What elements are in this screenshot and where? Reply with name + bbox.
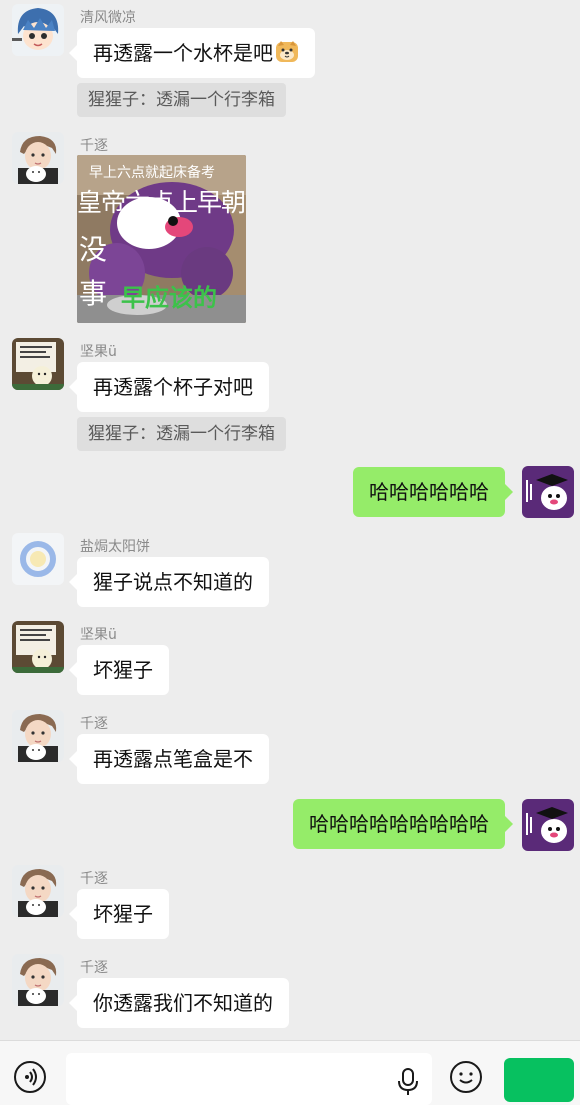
message-text: 哈哈哈哈哈哈 <box>369 480 489 504</box>
message-text: 再透露个杯子对吧 <box>93 375 253 399</box>
sender-name: 坚果ü <box>80 344 117 360</box>
message-text: 坏猩子 <box>93 902 153 926</box>
microphone-icon[interactable] <box>397 1067 419 1101</box>
sender-name: 千逐 <box>80 716 108 732</box>
sticker-image[interactable]: 早上六点就起床备考 皇帝六点上早朝 没 事 早应该的 <box>77 155 246 323</box>
sender-name: 坚果ü <box>80 627 117 643</box>
input-bar <box>0 1040 580 1105</box>
message-bubble[interactable]: 哈哈哈哈哈哈 <box>353 467 513 517</box>
emoji-icon <box>459 1072 473 1084</box>
quoted-message[interactable]: 猩猩子：透漏一个行李箱 <box>77 83 286 117</box>
quoted-message[interactable]: 猩猩子：透漏一个行李箱 <box>77 417 286 451</box>
chat-area[interactable]: 清风微凉 再透露一个水杯是吧 猩猩子：透漏一个行李箱 千逐 早上六点就起床备考 … <box>0 0 580 1040</box>
voice-mode-button[interactable] <box>14 1061 46 1093</box>
avatar-anime-boy[interactable] <box>12 4 64 56</box>
sticker-caption: 皇帝六点上早朝 <box>77 188 246 217</box>
send-button[interactable] <box>504 1058 574 1102</box>
avatar-self[interactable] <box>522 799 574 851</box>
sender-name: 千逐 <box>80 138 108 154</box>
message-text: 哈哈哈哈哈哈哈哈哈 <box>309 812 489 836</box>
message-bubble[interactable]: 猩子说点不知道的 <box>69 557 269 607</box>
message-bubble[interactable]: 你透露我们不知道的 <box>69 978 289 1028</box>
message-bubble[interactable]: 再透露点笔盒是不 <box>69 734 269 784</box>
avatar-boy-cat[interactable] <box>12 710 64 762</box>
sticker-caption: 事 <box>79 277 108 310</box>
message-text: 再透露一个水杯是吧 <box>93 41 273 65</box>
sticker-caption: 早上六点就起床备考 <box>89 165 215 181</box>
sender-name: 千逐 <box>80 960 108 976</box>
message-text: 再透露点笔盒是不 <box>93 747 253 771</box>
message-text: 你透露我们不知道的 <box>93 991 273 1015</box>
avatar-boy-cat[interactable] <box>12 954 64 1006</box>
avatar-blurred[interactable] <box>12 533 64 585</box>
message-text: 猩子说点不知道的 <box>93 570 253 594</box>
avatar-cartoon[interactable] <box>12 621 64 673</box>
sticker-caption: 早应该的 <box>121 284 217 312</box>
sender-name: 盐焗太阳饼 <box>80 539 150 555</box>
message-input[interactable] <box>66 1053 432 1105</box>
message-text: 坏猩子 <box>93 658 153 682</box>
message-bubble[interactable]: 坏猩子 <box>69 889 169 939</box>
doge-emoji-icon <box>275 32 299 62</box>
sender-name: 清风微凉 <box>80 10 136 26</box>
sender-name: 千逐 <box>80 871 108 887</box>
message-bubble[interactable]: 哈哈哈哈哈哈哈哈哈 <box>293 799 513 849</box>
avatar-boy-cat[interactable] <box>12 865 64 917</box>
avatar-self[interactable] <box>522 466 574 518</box>
emoji-button[interactable] <box>450 1061 482 1093</box>
message-bubble[interactable]: 再透露一个水杯是吧 <box>69 28 315 78</box>
sticker-caption: 没 <box>79 233 108 266</box>
voice-icon <box>25 1068 37 1086</box>
message-bubble[interactable]: 坏猩子 <box>69 645 169 695</box>
avatar-cartoon[interactable] <box>12 338 64 390</box>
avatar-boy-cat[interactable] <box>12 132 64 184</box>
message-bubble[interactable]: 再透露个杯子对吧 <box>69 362 269 412</box>
